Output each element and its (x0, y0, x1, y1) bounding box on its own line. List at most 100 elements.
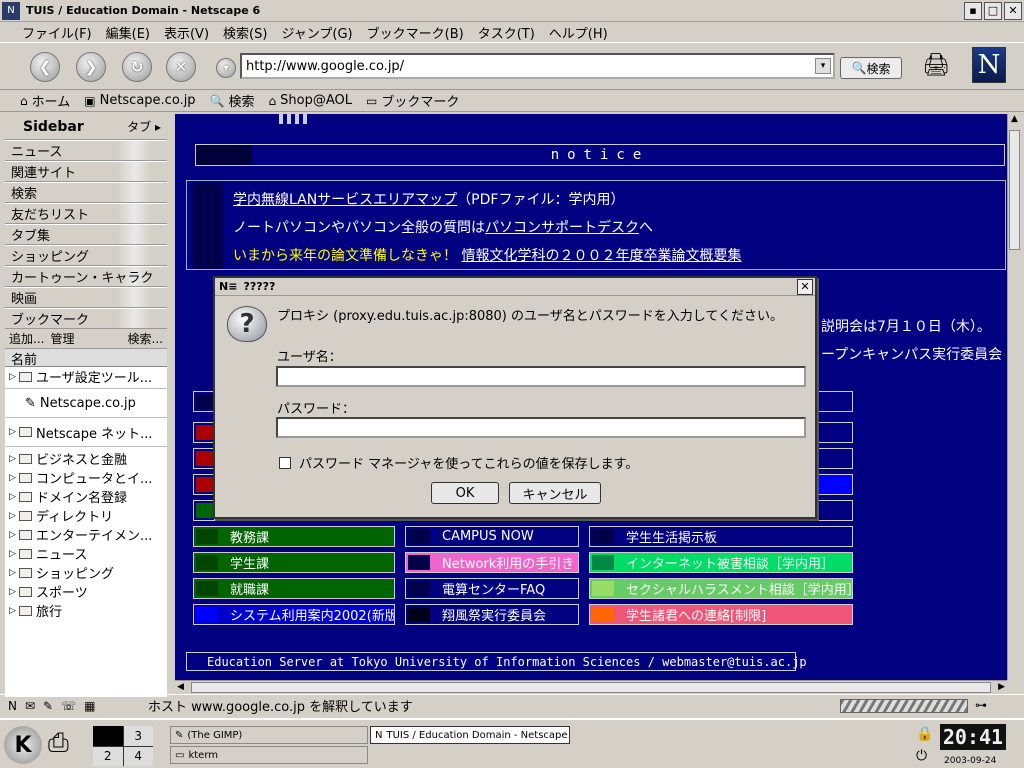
kyomuka-link[interactable]: 教務課 (193, 526, 395, 547)
menu-view[interactable]: 表示(V) (164, 23, 209, 42)
hidden-link-button[interactable] (193, 391, 215, 412)
tree-item[interactable]: ▷ ビジネスと金融 (5, 449, 167, 468)
add-bookmark-button[interactable]: 追加... (9, 330, 44, 347)
sidebar-tab-cartoon[interactable]: カートゥーン・キャラク (5, 266, 167, 287)
mail-icon[interactable]: ✉ (25, 699, 35, 713)
campus-now-link[interactable]: CAMPUS NOW (405, 526, 579, 547)
tree-item[interactable]: ▷ エンターテイメン... (5, 525, 167, 544)
task-kterm[interactable]: ▭ kterm (170, 746, 368, 764)
back-button[interactable]: ❮ (30, 52, 60, 82)
logout-icon[interactable]: ⏻ (916, 748, 927, 764)
desktop-3[interactable]: 3 (123, 726, 153, 746)
expand-icon[interactable]: ▷ (9, 606, 19, 616)
tree-item[interactable]: ▷ 旅行 (5, 601, 167, 620)
expand-icon[interactable]: ▷ (9, 454, 19, 464)
menu-search[interactable]: 検索(S) (223, 23, 267, 42)
sidebar-tabs-menu[interactable]: タブ ▸ (127, 118, 161, 135)
menu-bookmarks[interactable]: ブックマーク(B) (367, 23, 464, 42)
reload-button[interactable]: ↻ (122, 52, 152, 82)
password-field[interactable] (276, 417, 806, 438)
system-guide-link[interactable]: システム利用案内2002(新版) (193, 604, 395, 625)
search-button[interactable]: 🔍 検索 (840, 57, 902, 79)
hidden-link-button[interactable] (817, 422, 853, 443)
computer-center-faq-link[interactable]: 電算センターFAQ (405, 578, 579, 599)
k-menu-button[interactable]: K (4, 726, 42, 764)
expand-icon[interactable]: ▷ (9, 549, 19, 559)
maximize-button[interactable]: □ (984, 1, 1002, 20)
menu-edit[interactable]: 編集(E) (106, 23, 150, 42)
expand-icon[interactable]: ▷ (9, 511, 19, 521)
bookmarks-link[interactable]: ▭ ブックマーク (366, 91, 459, 111)
sidebar-tab-movies[interactable]: 映画 (5, 287, 167, 308)
sidebar-tab-buddies[interactable]: 友だちリスト (5, 203, 167, 224)
menu-go[interactable]: ジャンプ(G) (281, 23, 352, 42)
address-book-icon[interactable]: ☏ (61, 699, 76, 713)
pc-support-link[interactable]: パソコンサポートデスク (485, 220, 639, 236)
student-notice-link[interactable]: 学生諸君への連絡[制限] (589, 604, 853, 625)
url-input[interactable] (246, 58, 815, 74)
netscape-link[interactable]: ▣ Netscape.co.jp (84, 93, 195, 108)
window-titlebar[interactable]: N TUIS / Education Domain - Netscape 6 ▪… (0, 0, 1024, 22)
vertical-scrollbar[interactable]: ▲ (1007, 114, 1021, 680)
hidden-link-button[interactable] (193, 448, 215, 469)
composer-icon[interactable]: ✎ (43, 699, 53, 713)
manage-bookmarks-button[interactable]: 管理 (50, 330, 74, 347)
network-guide-link[interactable]: Network利用の手引き (405, 552, 579, 573)
tree-item[interactable]: ▷ ショッピング (5, 563, 167, 582)
search-link[interactable]: 🔍 検索 (210, 91, 255, 111)
hscroll-thumb[interactable] (191, 682, 991, 693)
menu-help[interactable]: ヘルプ(H) (549, 23, 608, 42)
url-dropdown-button[interactable]: ▾ (216, 58, 236, 78)
sidebar-tab-search[interactable]: 検索 (5, 182, 167, 203)
close-window-button[interactable]: ✕ (1004, 1, 1022, 20)
expand-icon[interactable]: ▷ (9, 568, 19, 578)
sidebar-tab-related[interactable]: 関連サイト (5, 161, 167, 182)
expand-icon[interactable]: ▷ (9, 473, 19, 483)
sidebar-tab-bookmarks[interactable]: ブックマーク (5, 308, 167, 329)
search-bookmarks-button[interactable]: 検索... (128, 330, 163, 347)
save-password-checkbox[interactable] (279, 456, 291, 469)
desktop-1[interactable] (93, 726, 123, 746)
sidebar-tab-news[interactable]: ニュース (5, 140, 167, 161)
desktop-4[interactable]: 4 (123, 746, 153, 766)
hidden-link-button[interactable] (817, 448, 853, 469)
username-field[interactable] (276, 366, 806, 387)
tree-item[interactable]: ▷ ニュース (5, 544, 167, 563)
menu-file[interactable]: ファイル(F) (22, 23, 92, 42)
hidden-link-button[interactable] (817, 391, 853, 412)
save-password-option[interactable]: パスワード マネージャを使ってこれらの値を保存します。 (279, 453, 638, 472)
desktop-2[interactable]: 2 (93, 746, 123, 766)
sidebar-tab-shopping[interactable]: ショッピング (5, 245, 167, 266)
printer-applet-icon[interactable]: ⎙ (48, 728, 69, 759)
home-link[interactable]: ⌂ ホーム (20, 91, 70, 111)
scroll-left-icon[interactable]: ◀ (177, 682, 184, 692)
ok-button[interactable]: OK (431, 482, 499, 504)
shushokuka-link[interactable]: 就職課 (193, 578, 395, 599)
dialog-titlebar[interactable]: N≡ ????? ✕ (215, 278, 815, 296)
minimize-button[interactable]: ▪ (964, 1, 982, 20)
chat-icon[interactable]: ▦ (84, 699, 95, 713)
internet-damage-link[interactable]: インターネット被害相談［学内用］ (589, 552, 853, 573)
tree-item[interactable]: ▷ コンピュータとイ... (5, 468, 167, 487)
netscape-logo[interactable]: N (972, 47, 1006, 83)
hidden-link-button[interactable] (817, 500, 853, 521)
hidden-link-button[interactable] (193, 422, 215, 443)
task-gimp[interactable]: ✎ (The GIMP) (170, 726, 368, 744)
expand-icon[interactable]: ▷ (9, 587, 19, 597)
harassment-consult-link[interactable]: セクシャルハラスメント相談［学内用］ (589, 578, 853, 599)
expand-icon[interactable]: ▷ (9, 427, 19, 437)
stop-button[interactable]: ✕ (166, 52, 196, 82)
expand-icon[interactable]: ▷ (9, 530, 19, 540)
shop-aol-link[interactable]: ⌂ Shop@AOL (269, 93, 352, 108)
tree-item[interactable]: ▷ Netscape ネット... (5, 420, 167, 444)
dialog-close-button[interactable]: ✕ (797, 278, 813, 295)
tree-item[interactable]: ▷ ユーザ設定ツール... (5, 367, 167, 386)
url-history-dropdown[interactable]: ▾ (815, 58, 831, 74)
forward-button[interactable]: ❯ (76, 52, 106, 82)
hidden-link-button[interactable] (193, 500, 215, 521)
scroll-thumb[interactable] (1009, 130, 1020, 250)
expand-icon[interactable]: ▷ (9, 372, 19, 382)
tree-item[interactable]: ▷ ディレクトリ (5, 506, 167, 525)
student-board-link[interactable]: 学生生活掲示板 (589, 526, 853, 547)
tree-item[interactable]: ✎ Netscape.co.jp (5, 391, 167, 415)
